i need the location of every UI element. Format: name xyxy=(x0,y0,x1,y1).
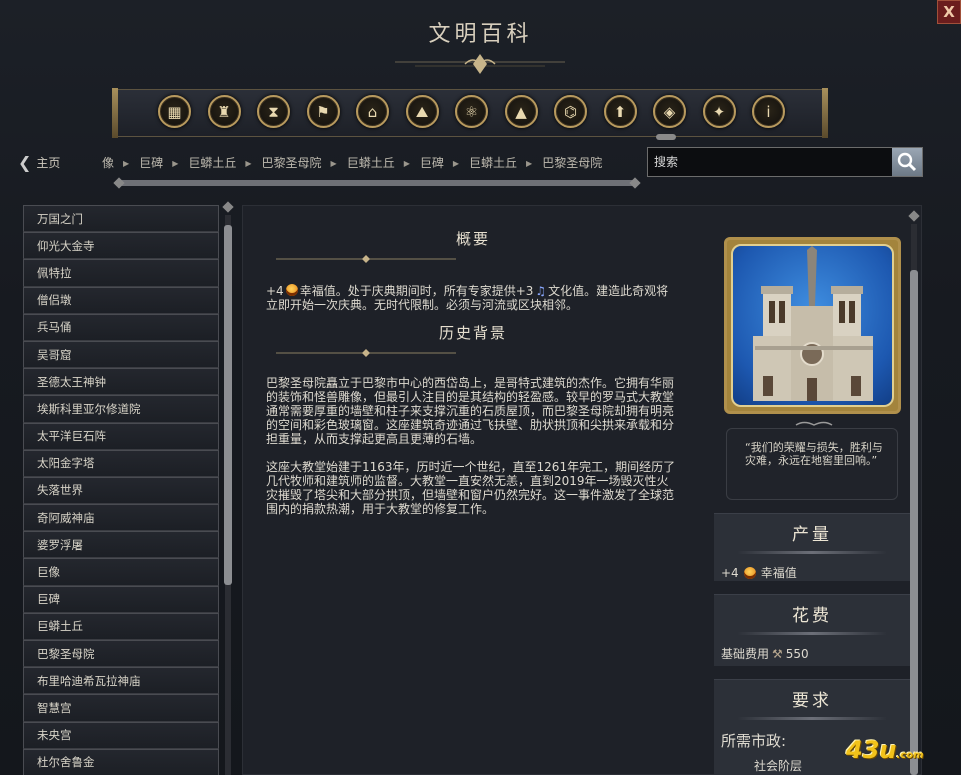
page-title: 文明百科 xyxy=(428,22,533,47)
breadcrumb-item[interactable]: 巨蟒土丘 xyxy=(347,154,395,170)
list-item[interactable]: 太阳金字塔 xyxy=(23,449,219,477)
title-ornament xyxy=(395,54,565,74)
breadcrumb-separator-icon: ▶ xyxy=(123,159,130,168)
list-item[interactable]: 布里哈迪希瓦拉神庙 xyxy=(23,667,219,695)
breadcrumb-separator-icon: ▶ xyxy=(452,159,460,168)
list-item[interactable]: 巨碑 xyxy=(23,585,219,613)
production-hammer-icon: ⚒ xyxy=(772,646,783,661)
list-item[interactable]: 仰光大金寺 xyxy=(23,232,219,260)
list-item[interactable]: 僧侣墩 xyxy=(23,286,219,314)
list-item[interactable]: 智慧宫 xyxy=(23,694,219,722)
culture-icon: ♫ xyxy=(535,284,547,298)
section-divider xyxy=(276,255,456,263)
list-item[interactable]: 婆罗浮屠 xyxy=(23,531,219,559)
requirements-title: 要求 xyxy=(792,691,832,711)
breadcrumb-item[interactable]: 巴黎圣母院 xyxy=(542,154,602,170)
list-item[interactable]: 吴哥窟 xyxy=(23,340,219,369)
history-paragraph-2: 这座大教堂始建于1163年，历时近一个世纪，直至1261年完工，期间经历了几代牧… xyxy=(266,460,676,516)
amenities-icon xyxy=(285,284,298,296)
list-item[interactable]: 未央宫 xyxy=(23,721,219,749)
breadcrumb-item[interactable]: 巨像 xyxy=(102,154,114,170)
search-input[interactable] xyxy=(648,148,892,176)
cost-panel: 花费 基础费用 ⚒ 550 xyxy=(714,594,910,666)
toolbar-tab-indicator xyxy=(656,134,676,140)
yield-title: 产量 xyxy=(792,525,832,545)
list-item[interactable]: 万国之门 xyxy=(23,205,219,233)
yield-line: +4 幸福值 xyxy=(721,565,797,581)
article-scroll-thumb[interactable] xyxy=(910,270,918,775)
home-link[interactable]: ❮ 主页 xyxy=(18,153,60,172)
home-label: 主页 xyxy=(36,156,61,170)
notre-dame-image xyxy=(731,244,894,407)
cat-districts-icon[interactable]: ⌂ xyxy=(356,95,389,128)
list-scroll-thumb[interactable] xyxy=(224,225,232,585)
cat-leaders-icon[interactable]: ⚑ xyxy=(306,95,340,128)
cat-general-icon[interactable]: ▦ xyxy=(158,95,191,128)
breadcrumb-scrollbar[interactable] xyxy=(119,180,635,186)
cat-history-icon[interactable]: ⧗ xyxy=(257,95,290,128)
cat-info-icon[interactable]: i xyxy=(752,95,785,128)
history-title: 历史背景 xyxy=(438,324,507,342)
wonder-quote: “我们的荣耀与损失，胜利与灾难，永远在地窖里回响。” xyxy=(726,428,898,500)
breadcrumb-separator-icon: ▶ xyxy=(526,159,533,168)
cat-features-icon[interactable]: ▲ xyxy=(504,95,538,128)
search-button[interactable] xyxy=(892,148,922,176)
cat-terrain-icon[interactable]: ⛰ xyxy=(405,95,439,128)
list-item[interactable]: 奇阿威神庙 xyxy=(23,504,219,532)
list-item[interactable]: 杜尔舍鲁金 xyxy=(23,748,219,775)
amenities-icon xyxy=(743,566,756,579)
history-paragraph-1: 巴黎圣母院矗立于巴黎市中心的西岱岛上，是哥特式建筑的杰作。它拥有华丽的装饰和怪兽… xyxy=(266,376,675,446)
article: 概要 +4 幸福值。处于庆典期间时，所有专家提供+3 ♫ 文化值。建造此奇观将立即开始… xyxy=(266,225,680,516)
article-scrollbar[interactable] xyxy=(908,210,920,775)
wonder-list: 万国之门 仰光大金寺 佩特拉 僧侣墩 兵马俑 吴哥窟 圣德太王神钟 埃斯科里亚尔修道院 太平洋巨… xyxy=(23,205,219,775)
list-item[interactable]: 兵马俑 xyxy=(23,313,219,341)
cost-line: 基础费用 ⚒ 550 xyxy=(721,646,809,662)
breadcrumb-item[interactable]: 巨蟒土丘 xyxy=(188,154,236,170)
back-arrow-icon: ❮ xyxy=(18,153,32,172)
cat-religion-icon[interactable]: ✦ xyxy=(702,95,736,128)
cost-title: 花费 xyxy=(792,606,832,626)
cat-wonders-icon[interactable]: ◈ xyxy=(653,95,686,128)
breadcrumb-separator-icon: ▶ xyxy=(403,159,410,168)
search-box xyxy=(647,147,923,177)
search-icon xyxy=(897,152,917,172)
cat-civics-icon[interactable]: ♜ xyxy=(207,95,241,128)
list-scrollbar[interactable] xyxy=(222,201,234,775)
breadcrumb-separator-icon: ▶ xyxy=(245,159,252,168)
overview-text: +4 幸福值。处于庆典期间时，所有专家提供+3 ♫ 文化值。建造此奇观将立即开始一次庆… xyxy=(266,284,669,312)
site-watermark: 43u.com xyxy=(846,736,924,764)
cat-technology-icon[interactable]: ⚛ xyxy=(455,95,488,128)
list-item[interactable]: 失落世界 xyxy=(23,476,219,505)
wonder-portrait-frame xyxy=(724,237,901,414)
breadcrumb-item[interactable]: 巨蟒土丘 xyxy=(469,154,517,170)
breadcrumb-item[interactable]: 巨碑 xyxy=(139,154,163,170)
cat-buildings-icon[interactable]: ⌬ xyxy=(554,95,587,128)
list-item[interactable]: 埃斯科里亚尔修道院 xyxy=(23,395,219,423)
list-item[interactable]: 太平洋巨石阵 xyxy=(23,422,219,450)
yield-panel: 产量 +4 幸福值 xyxy=(714,513,910,581)
list-item[interactable]: 巴黎圣母院 xyxy=(23,640,219,668)
cat-units-icon[interactable]: ⬆ xyxy=(603,95,637,128)
breadcrumb-item[interactable]: 巴黎圣母院 xyxy=(262,154,322,170)
category-toolbar: ▦ ♜ ⧗ ⚑ ⌂ ⛰ ⚛ ▲ ⌬ ⬆ ◈ ✦ i xyxy=(112,88,828,140)
overview-title: 概要 xyxy=(455,230,490,248)
list-item[interactable]: 佩特拉 xyxy=(23,259,219,287)
breadcrumb-separator-icon: ▶ xyxy=(330,159,337,168)
breadcrumb-item[interactable]: 巨碑 xyxy=(420,154,444,170)
section-divider xyxy=(276,349,456,357)
breadcrumb: 巨像 ▶ 巨碑 ▶ 巨蟒土丘 ▶ 巴黎圣母院 ▶ 巨蟒土丘 ▶ 巨碑 ▶ 巨蟒土丘 ▶ 巴黎圣母院 xyxy=(102,154,618,170)
list-item[interactable]: 圣德太王神钟 xyxy=(23,368,219,396)
list-item[interactable]: 巨像 xyxy=(23,558,219,586)
list-item[interactable]: 巨蟒土丘 xyxy=(23,612,219,640)
breadcrumb-separator-icon: ▶ xyxy=(172,159,179,168)
